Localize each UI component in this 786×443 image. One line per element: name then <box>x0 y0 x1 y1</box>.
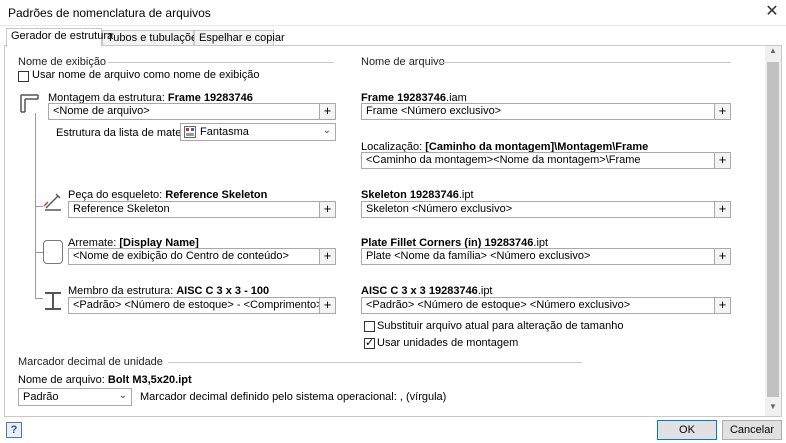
frame-member-icon <box>45 292 61 310</box>
help-button[interactable]: ? <box>6 422 22 438</box>
os-decimal-text: Marcador decimal definido pelo sistema o… <box>140 391 447 403</box>
skeleton-filename-add-button[interactable]: + <box>714 202 730 217</box>
file-name-divider <box>438 62 731 63</box>
assembly-units-checkbox[interactable] <box>364 336 375 349</box>
window-title: Padrões de nomenclatura de arquivos <box>8 6 211 20</box>
frame-filename-field[interactable]: Frame <Número exclusivo> + <box>361 103 731 120</box>
decimal-marker-divider <box>168 362 582 363</box>
skeleton-filename-field[interactable]: Skeleton <Número exclusivo> + <box>361 201 731 218</box>
frame-member-label: Membro da estrutura: AISC C 3 x 3 - 100 <box>68 285 270 297</box>
decimal-marker-heading: Marcador decimal de unidade <box>18 356 163 368</box>
skeleton-part-icon <box>43 193 61 211</box>
scroll-down-icon[interactable]: ▼ <box>765 402 781 416</box>
end-treatment-icon <box>43 240 63 264</box>
replace-file-checkbox[interactable] <box>364 321 375 332</box>
decimal-filename-label: Nome de arquivo: Bolt M3,5x20.ipt <box>18 374 192 386</box>
chevron-down-icon: ⌄ <box>118 390 127 401</box>
assembly-display-name-field[interactable]: <Nome de arquivo> + <box>48 103 336 120</box>
end-treatment-add-button[interactable]: + <box>319 249 335 264</box>
skeleton-label: Peça do esqueleto: Reference Skeleton <box>68 189 268 201</box>
skeleton-filename-label: Skeleton 19283746.ipt <box>361 189 474 201</box>
use-filename-checkbox[interactable] <box>18 71 29 82</box>
frame-member-add-button[interactable]: + <box>319 298 335 313</box>
assembly-units-label: Usar unidades de montagem <box>377 337 519 349</box>
frame-filename-add-button[interactable]: + <box>714 104 730 119</box>
frame-member-display-name-field[interactable]: <Padrão> <Número de estoque> - <Comprime… <box>68 297 336 314</box>
bom-structure-dropdown[interactable]: Fantasma ⌄ <box>180 123 336 141</box>
location-add-button[interactable]: + <box>714 153 730 168</box>
assembly-add-button[interactable]: + <box>319 104 335 119</box>
tab-gerador-de-estrutura[interactable]: Gerador de estrutura <box>6 28 113 47</box>
plate-filename-field[interactable]: Plate <Nome da família> <Número exclusiv… <box>361 248 731 265</box>
skeleton-display-name-field[interactable]: Reference Skeleton + <box>68 201 336 218</box>
tree-branch <box>35 252 43 253</box>
member-filename-label: AISC C 3 x 3 19283746.ipt <box>361 285 493 297</box>
member-filename-add-button[interactable]: + <box>714 298 730 313</box>
location-field[interactable]: <Caminho da montagem><Nome da montagem>\… <box>361 152 731 169</box>
ok-button[interactable]: OK <box>657 420 717 440</box>
tab-tubos-e-tubulacoes[interactable]: Tubos e tubulações <box>102 30 203 46</box>
member-filename-field[interactable]: <Padrão> <Número de estoque> <Número exc… <box>361 297 731 314</box>
end-treatment-display-name-field[interactable]: <Nome de exibição do Centro de conteúdo>… <box>68 248 336 265</box>
decimal-marker-dropdown[interactable]: Padrão ⌄ <box>18 388 132 406</box>
file-name-heading: Nome de arquivo <box>361 56 445 68</box>
chevron-down-icon: ⌄ <box>322 125 331 136</box>
skeleton-add-button[interactable]: + <box>319 202 335 217</box>
replace-file-label: Substituir arquivo atual para alteração … <box>377 320 624 332</box>
cancel-button[interactable]: Cancelar <box>722 420 782 440</box>
tab-espelhar-e-copiar[interactable]: Espelhar e copiar <box>194 30 285 46</box>
display-name-heading: Nome de exibição <box>18 56 107 68</box>
close-button[interactable]: ✕ <box>762 3 782 23</box>
scrollbar-thumb[interactable] <box>767 62 779 397</box>
use-filename-label: Usar nome de arquivo como nome de exibiç… <box>32 69 260 81</box>
plate-filename-add-button[interactable]: + <box>714 249 730 264</box>
scroll-up-icon[interactable]: ▲ <box>765 46 781 60</box>
display-name-divider <box>108 62 334 63</box>
frame-assembly-icon <box>20 94 39 113</box>
phantom-icon <box>184 126 196 138</box>
